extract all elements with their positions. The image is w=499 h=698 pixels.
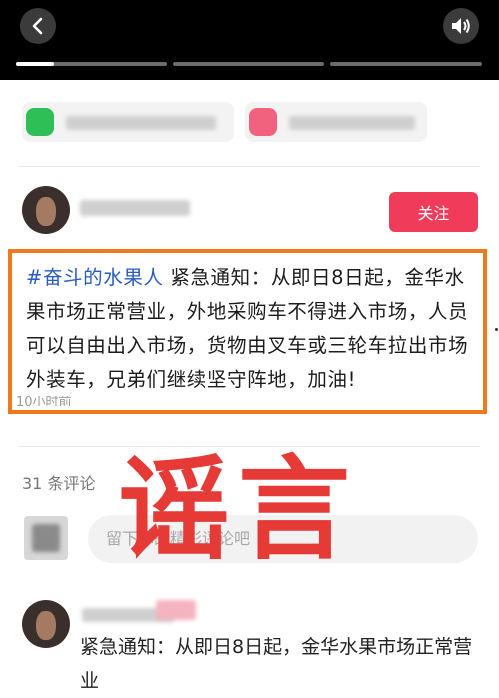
video-top-bar [0,0,499,80]
my-avatar [24,516,68,560]
story-progress-2 [173,62,324,66]
avatar-face [36,196,56,227]
story-progress-3 [330,62,482,66]
comment-count: 31 条评论 [22,474,96,493]
story-progress-1 [16,62,167,66]
blurred-badge [156,600,196,620]
commenter-avatar[interactable] [22,600,70,648]
chevron-left-icon [32,17,43,35]
avatar-face [36,610,56,641]
source-chip-1[interactable] [22,102,234,142]
blurred-text [289,116,415,130]
follow-button[interactable]: 关注 [389,192,478,232]
divider [18,166,480,167]
highlighted-post: #奋斗的水果人 紧急通知：从即日8日起，金华水果市场正常营业，外地采购车不得进入… [8,249,487,414]
back-button[interactable] [20,8,56,44]
rumor-stamp: 谣言 [118,445,358,575]
app-logo-icon [26,108,54,136]
hashtag-link[interactable]: #奋斗的水果人 [26,266,164,289]
source-chip-2[interactable] [245,102,427,142]
scroll-dot [495,328,498,331]
post-text: #奋斗的水果人 紧急通知：从即日8日起，金华水果市场正常营业，外地采购车不得进入… [26,261,482,397]
comment-text: 紧急通知：从即日8日起，金华水果市场正常营业 [80,636,473,692]
app-logo-icon [249,108,277,136]
blurred-avatar [32,524,60,552]
sound-button[interactable] [443,8,479,44]
avatar[interactable] [22,186,70,234]
speaker-icon [452,18,470,34]
post-timestamp: 10小时前 [16,396,72,406]
story-progress-fill [16,62,54,66]
blurred-username [80,200,190,216]
blurred-text [66,116,216,130]
